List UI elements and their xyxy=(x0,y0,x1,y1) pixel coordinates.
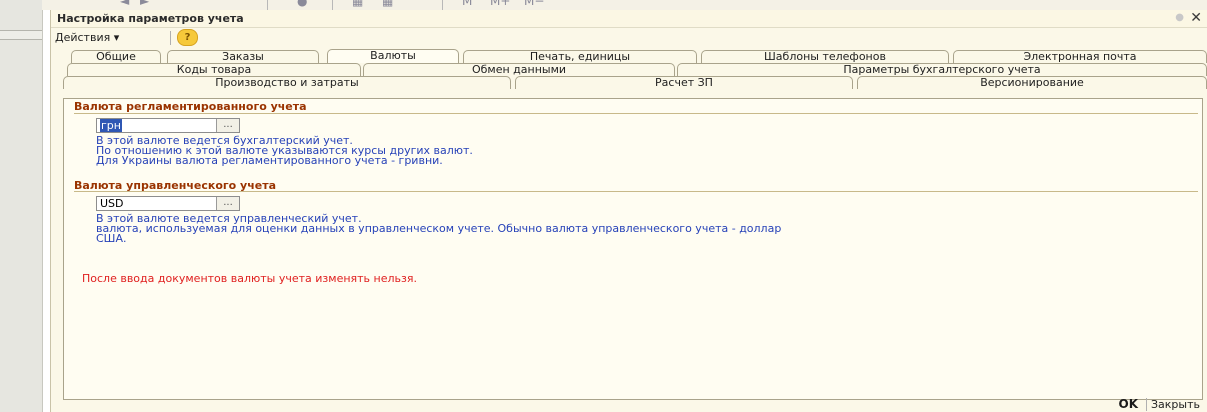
toolbar-separator xyxy=(267,0,268,10)
tab-versioning[interactable]: Версионирование xyxy=(857,76,1207,89)
ok-button[interactable]: OK xyxy=(1119,397,1139,411)
warning-text: После ввода документов валюты учета изме… xyxy=(82,272,417,285)
management-currency-field[interactable]: USD ... xyxy=(96,196,240,211)
settings-tabs: Общие Заказы Валюты Печать, единицы Шабл… xyxy=(63,48,1207,98)
group-divider xyxy=(74,113,1198,114)
regulated-currency-value[interactable]: грн xyxy=(100,119,122,132)
settings-dialog: Настройка параметров учета ● ✕ Действия … xyxy=(50,10,1207,412)
toolbar-forward-icon[interactable]: ► xyxy=(140,0,149,8)
tab-print-units[interactable]: Печать, единицы xyxy=(463,50,697,63)
tab-general[interactable]: Общие xyxy=(71,50,161,63)
app-left-panel-stub xyxy=(0,30,42,40)
regulated-currency-title: Валюта регламентированного учета xyxy=(74,100,307,113)
tab-email[interactable]: Электронная почта xyxy=(953,50,1207,63)
actions-menu[interactable]: Действия ▾ xyxy=(55,31,119,44)
tab-orders[interactable]: Заказы xyxy=(167,50,319,63)
regulated-info-line: Для Украины валюта регламентированного у… xyxy=(96,154,443,167)
toolbar-calculator-icon[interactable]: ▦ xyxy=(382,0,393,8)
tab-product-codes[interactable]: Коды товара xyxy=(67,63,361,76)
app-left-strip xyxy=(0,0,43,412)
dialog-title-bar: Настройка параметров учета ● ✕ xyxy=(51,10,1207,28)
select-button[interactable]: ... xyxy=(216,197,239,210)
toolbar-separator xyxy=(332,0,333,10)
management-currency-value[interactable]: USD xyxy=(100,197,124,210)
top-toolbar: ◄ ► ● ▦ ▦ M M+ M− xyxy=(42,0,1207,10)
actions-bar: Действия ▾ ? xyxy=(51,28,1207,48)
close-button[interactable]: Закрыть xyxy=(1151,398,1200,411)
tab-accounting-params[interactable]: Параметры бухгалтерского учета xyxy=(677,63,1207,76)
dialog-pin-icon[interactable]: ● xyxy=(1175,12,1184,23)
management-info-line: валюта, используемая для оценки данных в… xyxy=(96,222,782,235)
close-icon[interactable]: ✕ xyxy=(1190,10,1202,26)
toolbar-memory-icon[interactable]: M xyxy=(462,0,472,8)
group-divider xyxy=(74,191,1198,192)
help-icon[interactable]: ? xyxy=(177,29,198,46)
tab-payroll[interactable]: Расчет ЗП xyxy=(515,76,853,89)
dialog-button-bar: OK Закрыть xyxy=(51,397,1207,412)
toolbar-info-icon[interactable]: ● xyxy=(297,0,307,8)
tab-production-costs[interactable]: Производство и затраты xyxy=(63,76,511,89)
dialog-title: Настройка параметров учета xyxy=(57,12,244,25)
tab-data-exchange[interactable]: Обмен данными xyxy=(363,63,675,76)
currencies-panel: Валюта регламентированного учета грн ...… xyxy=(63,98,1203,400)
button-separator xyxy=(1146,398,1147,411)
toolbar-calendar-icon[interactable]: ▦ xyxy=(352,0,363,8)
regulated-currency-field[interactable]: грн ... xyxy=(96,118,240,133)
toolbar-memory-minus-icon[interactable]: M− xyxy=(524,0,544,8)
toolbar-memory-plus-icon[interactable]: M+ xyxy=(490,0,510,8)
select-button[interactable]: ... xyxy=(216,119,239,132)
toolbar-back-icon[interactable]: ◄ xyxy=(120,0,129,8)
toolbar-separator xyxy=(442,0,443,10)
management-info-line: США. xyxy=(96,232,127,245)
tab-currencies[interactable]: Валюты xyxy=(327,49,459,63)
tab-phone-templates[interactable]: Шаблоны телефонов xyxy=(701,50,949,63)
actions-separator xyxy=(170,31,171,45)
